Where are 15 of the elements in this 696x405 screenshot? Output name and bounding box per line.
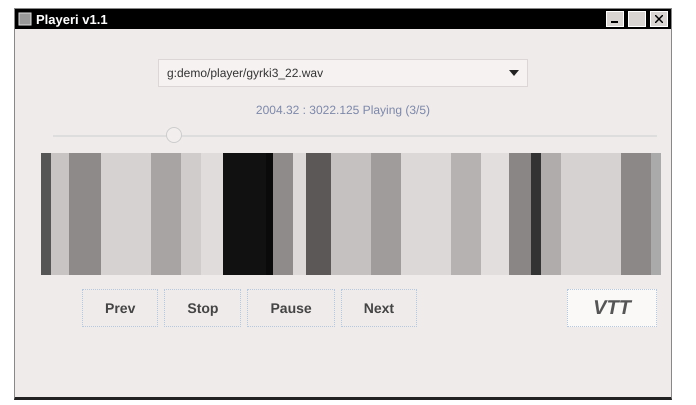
transport-button[interactable]: Next [340, 289, 418, 327]
file-path: g:demo/player/gyrki3_22.wav [167, 66, 324, 80]
close-icon [655, 15, 663, 23]
slider-thumb[interactable] [166, 127, 182, 143]
transport-button[interactable]: Pause [247, 289, 335, 327]
minimize-button[interactable] [606, 11, 624, 27]
transport-button[interactable]: Stop [164, 289, 242, 327]
window-title: Playeri v1.1 [36, 12, 109, 26]
close-button[interactable] [650, 11, 668, 27]
file-dropdown[interactable]: g:demo/player/gyrki3_22.wav [158, 59, 528, 87]
app-icon [18, 12, 32, 26]
transport-button[interactable]: Prev [82, 289, 158, 327]
logo-button[interactable]: VTT [567, 289, 657, 327]
caret-icon [509, 70, 519, 76]
playback-status: 2004.32 : 3022.125 Playing (3/5) [256, 103, 430, 117]
